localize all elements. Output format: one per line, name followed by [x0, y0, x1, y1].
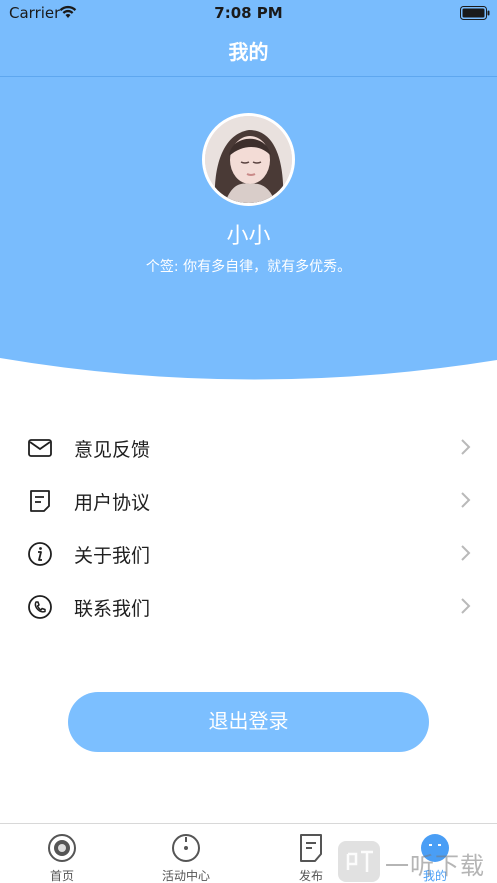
publish-icon	[300, 834, 322, 862]
menu-item-contact[interactable]: 联系我们	[0, 580, 497, 633]
watermark-text: 一听下载	[385, 852, 485, 880]
activity-icon	[172, 834, 200, 862]
mail-icon	[28, 439, 52, 457]
watermark: 一听下载	[337, 840, 497, 883]
tab-activity[interactable]: 活动中心	[124, 824, 248, 883]
battery-icon	[460, 6, 490, 20]
chevron-right-icon	[461, 492, 471, 508]
menu-item-about[interactable]: 关于我们	[0, 527, 497, 580]
tab-label: 首页	[49, 869, 74, 883]
chevron-right-icon	[461, 598, 471, 614]
avatar[interactable]	[202, 113, 295, 206]
profile-username: 小小	[226, 224, 271, 249]
profile-header: Carrier 7:08 PM 我的 小小 个签: 你有多自律，就有多优秀。	[0, 0, 497, 390]
chevron-right-icon	[461, 545, 471, 561]
home-icon	[48, 834, 76, 862]
logout-button[interactable]: 退出登录	[68, 692, 429, 752]
menu-item-label: 意见反馈	[74, 439, 151, 461]
menu-item-label: 关于我们	[74, 545, 151, 567]
phone-icon	[28, 595, 52, 619]
chevron-right-icon	[461, 439, 471, 455]
status-time: 7:08 PM	[214, 4, 283, 22]
page-title: 我的	[228, 40, 269, 64]
tab-label: 活动中心	[161, 869, 210, 883]
tab-home[interactable]: 首页	[0, 824, 124, 883]
menu-item-label: 用户协议	[74, 492, 151, 514]
navbar-divider	[0, 76, 497, 77]
menu-item-agreement[interactable]: 用户协议	[0, 474, 497, 527]
menu-item-feedback[interactable]: 意见反馈	[0, 421, 497, 474]
document-icon	[30, 490, 50, 512]
status-bar: Carrier 7:08 PM	[0, 0, 497, 26]
info-icon	[28, 542, 52, 566]
profile-signature: 个签: 你有多自律，就有多优秀。	[145, 259, 352, 275]
watermark-logo-icon	[338, 841, 380, 882]
menu-item-label: 联系我们	[74, 598, 151, 620]
avatar-image	[205, 116, 292, 203]
